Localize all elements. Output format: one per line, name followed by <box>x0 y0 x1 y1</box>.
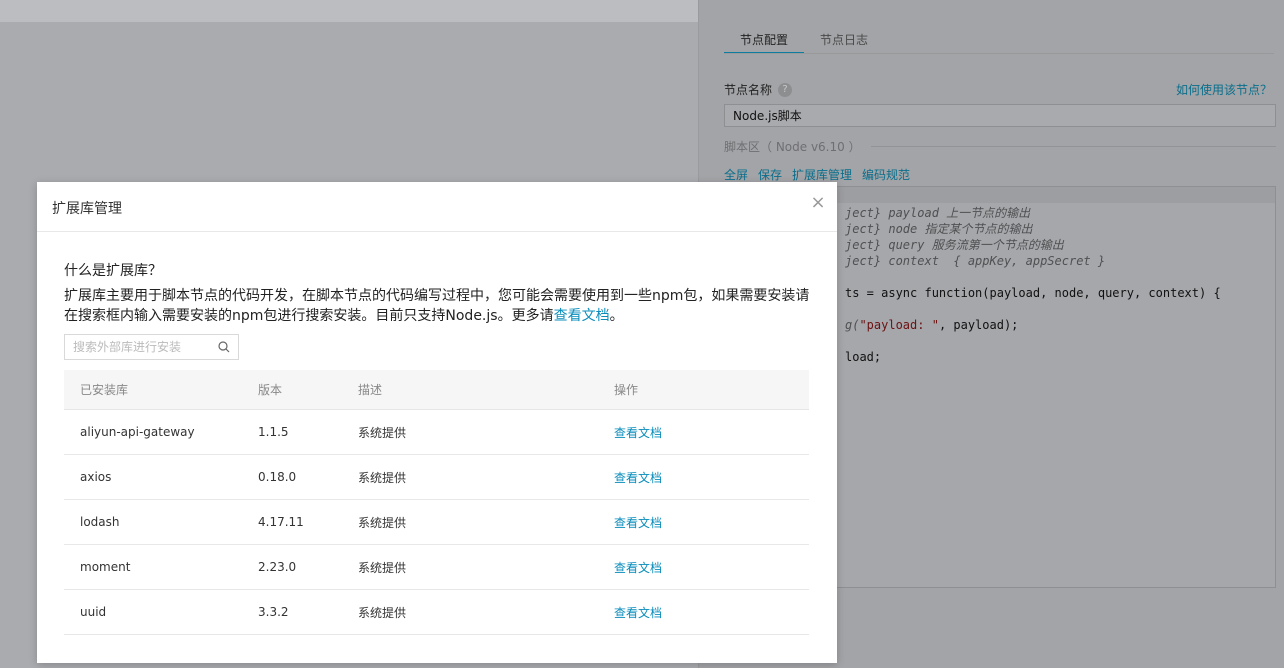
table-row: uuid 3.3.2 系统提供 查看文档 <box>64 590 809 635</box>
modal-header: 扩展库管理 × <box>37 182 837 232</box>
code-line: ject} node 指定某个节点的输出 <box>845 222 1033 236</box>
header-installed: 已安装库 <box>80 383 129 397</box>
library-name: uuid <box>80 605 107 619</box>
library-manage-modal: 扩展库管理 × 什么是扩展库？ 扩展库主要用于脚本节点的代码开发，在脚本节点的代… <box>37 182 837 663</box>
header-description: 描述 <box>358 383 383 397</box>
tabs-divider <box>724 53 1274 54</box>
code-line: g("payload: ", payload); <box>845 318 1019 332</box>
node-name-input[interactable] <box>724 104 1276 127</box>
view-doc-link[interactable]: 查看文档 <box>614 559 809 576</box>
header-action: 操作 <box>614 383 639 397</box>
fullscreen-link[interactable]: 全屏 <box>724 166 748 183</box>
library-version: 2.23.0 <box>258 560 297 574</box>
library-description: 系统提供 <box>358 605 407 620</box>
view-doc-link[interactable]: 查看文档 <box>614 604 809 621</box>
save-link[interactable]: 保存 <box>758 166 782 183</box>
node-name-label-row: 节点名称 ? <box>724 81 793 98</box>
script-actions: 全屏 保存 扩展库管理 编码规范 <box>724 166 910 183</box>
intro-title: 什么是扩展库？ <box>64 263 162 279</box>
intro-text: 扩展库主要用于脚本节点的代码开发，在脚本节点的代码编写过程中，您可能会需要使用到… <box>64 286 814 326</box>
library-version: 4.17.11 <box>258 515 304 529</box>
library-description: 系统提供 <box>358 560 407 575</box>
library-name: moment <box>80 560 131 574</box>
intro-doc-link[interactable]: 查看文档 <box>554 308 610 324</box>
node-name-label: 节点名称 <box>724 83 773 97</box>
howto-link[interactable]: 如何使用该节点？ <box>1176 81 1272 98</box>
view-doc-link[interactable]: 查看文档 <box>614 469 809 486</box>
view-doc-link[interactable]: 查看文档 <box>614 424 809 441</box>
panel-tabs: 节点配置 节点日志 <box>724 29 884 54</box>
script-area-divider <box>870 146 1276 147</box>
code-line: load; <box>845 350 882 364</box>
coding-standard-link[interactable]: 编码规范 <box>862 166 910 183</box>
search-icon[interactable] <box>218 341 230 353</box>
library-search <box>64 334 239 360</box>
script-area-label-row: 脚本区（ Node v6.10 ） <box>724 138 1276 155</box>
installed-libraries-table: 已安装库 版本 描述 操作 aliyun-api-gateway 1.1.5 系… <box>64 370 809 635</box>
table-row: lodash 4.17.11 系统提供 查看文档 <box>64 500 809 545</box>
table-header: 已安装库 版本 描述 操作 <box>64 370 809 410</box>
tab-node-config[interactable]: 节点配置 <box>724 29 805 54</box>
library-version: 3.3.2 <box>258 605 289 619</box>
close-icon[interactable]: × <box>809 194 827 212</box>
code-line: ject} payload 上一节点的输出 <box>845 206 1031 220</box>
header-version: 版本 <box>258 383 283 397</box>
library-description: 系统提供 <box>358 425 407 440</box>
canvas-toolbar <box>0 0 698 22</box>
code-line: ts = async function(payload, node, query… <box>845 286 1221 300</box>
table-row: axios 0.18.0 系统提供 查看文档 <box>64 455 809 500</box>
library-manage-link[interactable]: 扩展库管理 <box>792 166 852 183</box>
library-description: 系统提供 <box>358 470 407 485</box>
library-name: lodash <box>80 515 120 529</box>
intro-end: 。 <box>609 308 624 324</box>
library-version: 0.18.0 <box>258 470 297 484</box>
code-line: ject} query 服务流第一个节点的输出 <box>845 238 1064 252</box>
view-doc-link[interactable]: 查看文档 <box>614 514 809 531</box>
library-description: 系统提供 <box>358 515 407 530</box>
library-version: 1.1.5 <box>258 425 289 439</box>
library-name: aliyun-api-gateway <box>80 425 195 439</box>
help-icon[interactable]: ? <box>778 82 793 97</box>
modal-title: 扩展库管理 <box>52 201 122 217</box>
library-name: axios <box>80 470 112 484</box>
script-area-label: 脚本区（ Node v6.10 ） <box>724 140 861 154</box>
table-row: aliyun-api-gateway 1.1.5 系统提供 查看文档 <box>64 410 809 455</box>
tab-node-log[interactable]: 节点日志 <box>804 29 884 54</box>
library-search-input[interactable] <box>65 335 210 359</box>
table-row: moment 2.23.0 系统提供 查看文档 <box>64 545 809 590</box>
intro-body: 扩展库主要用于脚本节点的代码开发，在脚本节点的代码编写过程中，您可能会需要使用到… <box>64 288 810 324</box>
code-line: ject} context { appKey, appSecret } <box>845 254 1106 268</box>
code-content: ject} payload 上一节点的输出 ject} node 指定某个节点的输… <box>845 205 1221 365</box>
